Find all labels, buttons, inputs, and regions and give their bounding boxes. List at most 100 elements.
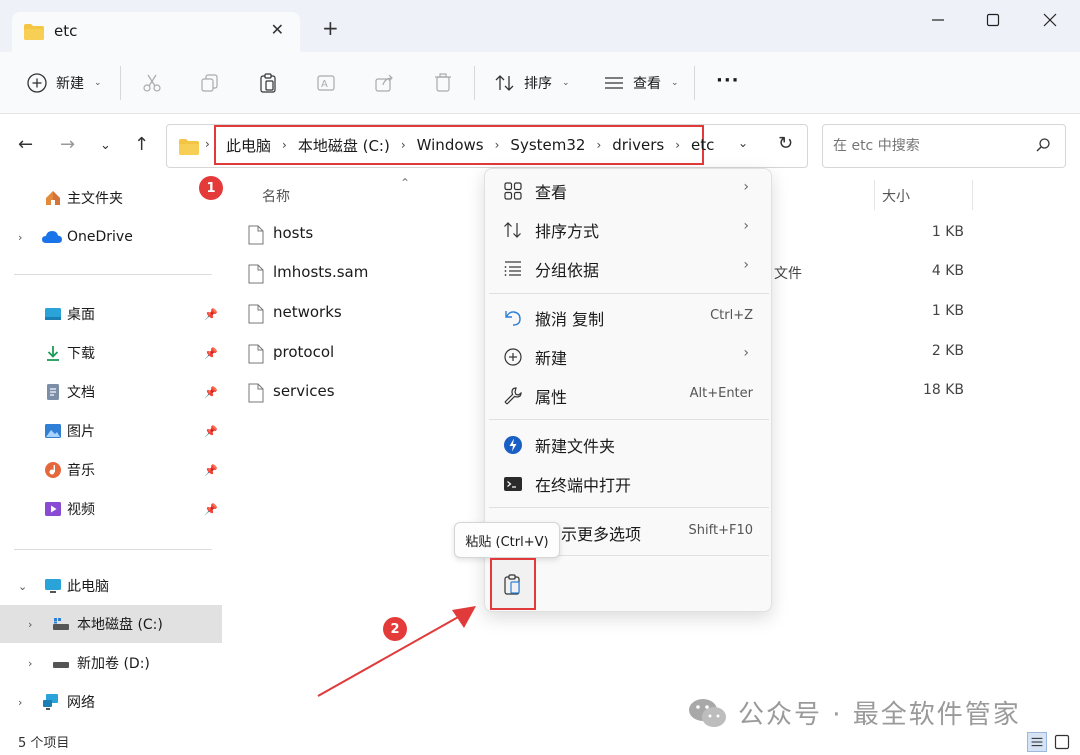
wrench-icon bbox=[504, 387, 522, 405]
sidebar-item-label: 图片 bbox=[67, 424, 95, 440]
pin-icon[interactable]: 📌 bbox=[204, 347, 218, 360]
breadcrumb-item[interactable]: etc bbox=[685, 136, 720, 154]
sidebar-item-label: 此电脑 bbox=[67, 579, 109, 595]
network-icon bbox=[43, 694, 58, 710]
toolbar-divider bbox=[120, 66, 121, 100]
breadcrumb-item[interactable]: drivers bbox=[606, 136, 670, 154]
recent-chevron-icon[interactable]: ⌄ bbox=[100, 138, 111, 153]
sort-button[interactable]: 排序 ⌄ bbox=[494, 70, 570, 96]
pin-icon[interactable]: 📌 bbox=[204, 503, 218, 516]
new-tab-button[interactable]: + bbox=[322, 18, 339, 38]
pin-icon[interactable]: 📌 bbox=[204, 386, 218, 399]
chevron-right-icon[interactable]: › bbox=[18, 696, 22, 709]
chevron-right-icon[interactable]: › bbox=[18, 231, 22, 244]
sidebar-item-label: 本地磁盘 (C:) bbox=[77, 617, 163, 633]
chevron-right-icon[interactable]: › bbox=[28, 618, 32, 631]
sort-icon bbox=[495, 75, 514, 91]
navigation-pane: 主文件夹 › OneDrive 桌面 📌 下载 📌 文档 📌 图片 📌 音乐 📌… bbox=[0, 176, 230, 728]
menu-item-undo-copy[interactable]: 撤消 复制 Ctrl+Z bbox=[489, 298, 767, 336]
tab-etc[interactable]: etc ✕ bbox=[12, 12, 300, 52]
plus-circle-icon bbox=[27, 73, 47, 93]
menu-divider bbox=[489, 293, 769, 294]
menu-item-label: 示更多选项 bbox=[561, 525, 642, 544]
search-icon bbox=[1036, 138, 1050, 152]
sidebar-item-music[interactable]: 音乐 📌 bbox=[0, 451, 222, 489]
column-header-size[interactable]: 大小 bbox=[882, 186, 910, 206]
copy-icon[interactable] bbox=[199, 72, 221, 94]
maximize-icon[interactable] bbox=[983, 10, 1003, 30]
close-window-icon[interactable] bbox=[1040, 10, 1060, 30]
sidebar-item-desktop[interactable]: 桌面 📌 bbox=[0, 295, 222, 333]
column-divider[interactable] bbox=[874, 180, 875, 210]
view-label: 查看 bbox=[633, 76, 661, 92]
breadcrumb-item[interactable]: 此电脑 bbox=[220, 135, 277, 156]
music-icon bbox=[45, 462, 61, 478]
up-arrow-icon[interactable]: ↑ bbox=[134, 134, 149, 155]
sidebar-item-this-pc[interactable]: ⌄ 此电脑 bbox=[0, 567, 222, 605]
share-icon[interactable] bbox=[373, 72, 395, 94]
view-button[interactable]: 查看 ⌄ bbox=[603, 70, 679, 96]
menu-item-properties[interactable]: 属性 Alt+Enter bbox=[489, 376, 767, 414]
computer-icon bbox=[45, 579, 61, 593]
delete-icon[interactable] bbox=[432, 72, 454, 94]
sidebar-item-label: 音乐 bbox=[67, 463, 95, 479]
cut-icon[interactable] bbox=[141, 72, 163, 94]
back-arrow-icon[interactable]: ← bbox=[18, 134, 33, 155]
new-folder-icon bbox=[504, 436, 522, 454]
sort-ascending-icon: ⌃ bbox=[400, 176, 411, 190]
sidebar-item-drive-d[interactable]: › 新加卷 (D:) bbox=[0, 644, 222, 682]
view-list-icon bbox=[605, 77, 623, 89]
address-dropdown-icon[interactable]: ⌄ bbox=[738, 136, 748, 150]
chevron-right-icon[interactable]: › bbox=[28, 657, 32, 670]
file-size: 18 KB bbox=[922, 382, 964, 398]
new-button[interactable]: 新建 ⌄ bbox=[26, 70, 102, 96]
chevron-right-icon: › bbox=[494, 138, 500, 152]
file-icon bbox=[248, 344, 264, 364]
tab-title: etc bbox=[54, 22, 78, 40]
sidebar-item-documents[interactable]: 文档 📌 bbox=[0, 373, 222, 411]
chevron-down-icon[interactable]: ⌄ bbox=[18, 580, 27, 593]
refresh-icon[interactable]: ↻ bbox=[778, 133, 793, 154]
tab-close-icon[interactable]: ✕ bbox=[271, 20, 284, 39]
pin-icon[interactable]: 📌 bbox=[204, 464, 218, 477]
menu-item-label: 撤消 复制 bbox=[535, 310, 605, 329]
breadcrumb-item[interactable]: Windows bbox=[411, 136, 490, 154]
sidebar-item-label: 桌面 bbox=[67, 307, 95, 323]
menu-item-view[interactable]: 查看 › bbox=[489, 171, 767, 209]
breadcrumb-item[interactable]: 本地磁盘 (C:) bbox=[292, 135, 396, 156]
menu-item-sort-by[interactable]: 排序方式 › bbox=[489, 210, 767, 248]
chevron-right-icon: › bbox=[743, 345, 749, 361]
tiles-view-icon[interactable] bbox=[1052, 732, 1072, 752]
search-input[interactable] bbox=[833, 135, 1023, 157]
pin-icon[interactable]: 📌 bbox=[204, 308, 218, 321]
sidebar-item-home[interactable]: 主文件夹 bbox=[0, 179, 222, 217]
menu-item-new-folder[interactable]: 新建文件夹 bbox=[489, 425, 767, 463]
chevron-right-icon: › bbox=[743, 218, 749, 234]
paste-button[interactable] bbox=[490, 558, 536, 610]
menu-item-open-in-terminal[interactable]: 在终端中打开 bbox=[489, 464, 767, 502]
sort-label: 排序 bbox=[524, 76, 552, 92]
document-icon bbox=[47, 384, 59, 400]
search-box[interactable] bbox=[822, 124, 1066, 168]
sidebar-item-videos[interactable]: 视频 📌 bbox=[0, 490, 222, 528]
file-icon bbox=[248, 264, 264, 284]
column-divider[interactable] bbox=[972, 180, 973, 210]
chevron-right-icon: › bbox=[743, 179, 749, 195]
minimize-icon[interactable] bbox=[928, 10, 948, 30]
sidebar-item-network[interactable]: › 网络 bbox=[0, 683, 222, 721]
menu-item-new[interactable]: 新建 › bbox=[489, 337, 767, 375]
sidebar-item-pictures[interactable]: 图片 📌 bbox=[0, 412, 222, 450]
breadcrumb-item[interactable]: System32 bbox=[504, 136, 591, 154]
pin-icon[interactable]: 📌 bbox=[204, 425, 218, 438]
sidebar-divider bbox=[14, 274, 212, 275]
sidebar-item-onedrive[interactable]: › OneDrive bbox=[0, 218, 222, 256]
menu-item-group-by[interactable]: 分组依据 › bbox=[489, 249, 767, 287]
forward-arrow-icon[interactable]: → bbox=[60, 134, 75, 155]
sidebar-item-downloads[interactable]: 下载 📌 bbox=[0, 334, 222, 372]
more-options-button[interactable]: ··· bbox=[716, 70, 740, 91]
rename-icon[interactable]: A bbox=[315, 72, 337, 94]
paste-icon[interactable] bbox=[257, 72, 279, 94]
details-view-icon[interactable] bbox=[1027, 732, 1047, 752]
column-header-name[interactable]: 名称 bbox=[262, 186, 290, 206]
sidebar-item-drive-c[interactable]: › 本地磁盘 (C:) bbox=[0, 605, 222, 643]
